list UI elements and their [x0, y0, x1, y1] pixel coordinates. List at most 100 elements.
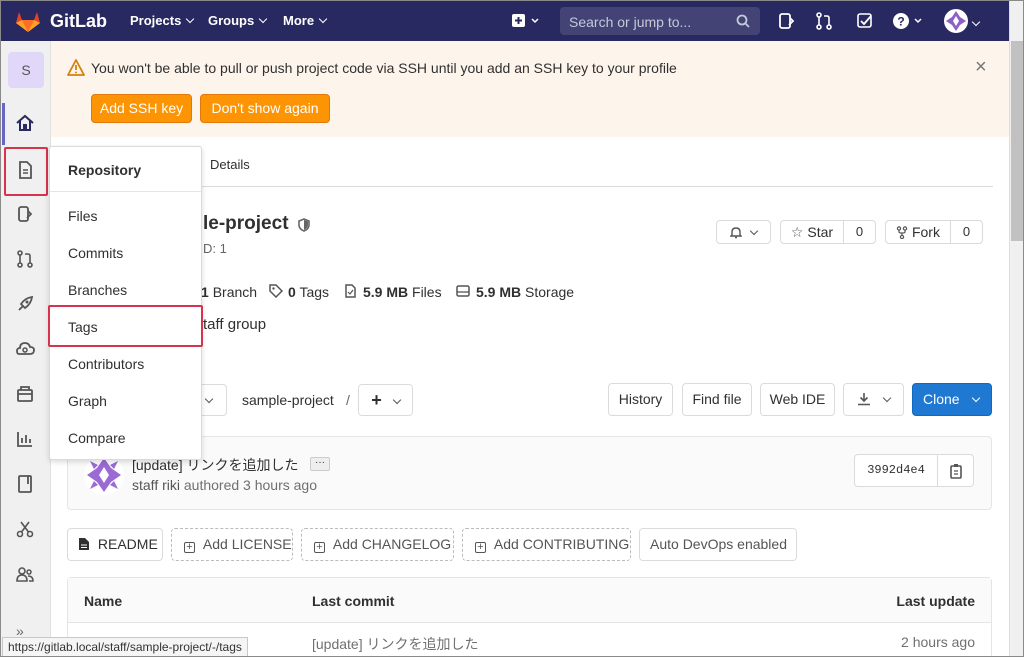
- web-ide-button[interactable]: Web IDE: [760, 383, 835, 416]
- brand-name[interactable]: GitLab: [50, 11, 107, 32]
- commit-sha[interactable]: 3992d4e4: [854, 454, 938, 487]
- readme-button[interactable]: README: [67, 528, 163, 561]
- bell-icon: [728, 227, 743, 239]
- scrollbar-thumb[interactable]: [1011, 41, 1023, 241]
- star-count[interactable]: 0: [843, 220, 876, 244]
- storage-size: 5.9 MB: [476, 284, 522, 300]
- packages-icon[interactable]: [13, 382, 37, 406]
- todos-check-icon[interactable]: [856, 12, 874, 30]
- repository-flyout-menu: Repository Files Commits Branches Tags C…: [49, 146, 202, 460]
- commit-author[interactable]: staff riki: [132, 477, 180, 493]
- home-icon[interactable]: [13, 111, 37, 135]
- tags-count: 0: [288, 284, 296, 300]
- warning-icon: [67, 59, 85, 76]
- members-icon[interactable]: [13, 562, 37, 586]
- nav-projects[interactable]: Projects: [130, 13, 195, 28]
- branches-count: 1: [201, 284, 209, 300]
- menu-item-files[interactable]: Files: [68, 208, 98, 224]
- chevron-down-icon[interactable]: [971, 15, 981, 31]
- copy-sha-button[interactable]: [937, 454, 974, 487]
- gitlab-logo-icon[interactable]: [15, 9, 41, 33]
- help-icon[interactable]: ?: [892, 12, 926, 30]
- history-button[interactable]: History: [608, 383, 673, 416]
- files-label: Files: [412, 284, 442, 300]
- clone-label: Clone: [923, 391, 960, 407]
- add-contributing-label: Add CONTRIBUTING: [493, 536, 630, 552]
- project-avatar[interactable]: S: [8, 52, 44, 88]
- add-license-button[interactable]: + Add LICENSE: [171, 528, 293, 561]
- browser-status-url: https://gitlab.local/staff/sample-projec…: [2, 637, 248, 656]
- column-last-commit: Last commit: [312, 593, 395, 609]
- add-to-tree-button[interactable]: +: [358, 384, 413, 416]
- commit-expand-button[interactable]: ···: [310, 457, 330, 471]
- add-changelog-button[interactable]: + Add CHANGELOG: [301, 528, 454, 561]
- close-icon[interactable]: ×: [975, 57, 987, 77]
- add-ssh-key-button[interactable]: Add SSH key: [91, 94, 192, 123]
- find-file-button[interactable]: Find file: [682, 383, 752, 416]
- merge-requests-icon[interactable]: [815, 12, 833, 30]
- project-title: le-project: [203, 213, 289, 234]
- user-avatar[interactable]: [944, 9, 968, 33]
- shield-visibility-icon: [298, 218, 310, 232]
- auto-devops-button[interactable]: Auto DevOps enabled: [639, 528, 797, 561]
- nav-groups[interactable]: Groups: [208, 13, 268, 28]
- issues-icon[interactable]: [13, 202, 37, 226]
- row-commit[interactable]: [update] リンクを追加した: [312, 634, 479, 654]
- operations-cloud-icon[interactable]: [13, 337, 37, 361]
- wiki-book-icon[interactable]: [13, 472, 37, 496]
- snippets-scissors-icon[interactable]: [13, 517, 37, 541]
- star-button[interactable]: ☆ Star: [780, 220, 844, 244]
- row-update: 2 hours ago: [901, 634, 975, 650]
- browser-window: GitLab Projects Groups More Search or ju…: [0, 0, 1024, 657]
- breadcrumb-project[interactable]: sample-project: [242, 392, 334, 408]
- readme-label: README: [97, 536, 158, 552]
- nav-more-label: More: [283, 13, 315, 28]
- commit-time: authored 3 hours ago: [183, 477, 317, 493]
- svg-text:?: ?: [897, 15, 904, 29]
- clone-button[interactable]: Clone: [912, 383, 992, 416]
- tag-icon: [269, 284, 283, 298]
- notifications-button[interactable]: [716, 220, 771, 244]
- files-size: 5.9 MB: [363, 284, 409, 300]
- menu-item-graph[interactable]: Graph: [68, 393, 107, 409]
- project-id: D: 1: [203, 241, 227, 256]
- star-label: Star: [807, 224, 834, 240]
- plus-icon: +: [371, 390, 382, 410]
- chevron-down-icon: [318, 14, 328, 24]
- new-plus-icon[interactable]: [510, 11, 544, 31]
- merge-requests-icon[interactable]: [13, 247, 37, 271]
- tags-stat[interactable]: 0 Tags: [288, 284, 329, 300]
- flyout-title[interactable]: Repository: [68, 162, 141, 178]
- branches-stat[interactable]: 1 Branch: [201, 284, 257, 300]
- project-description: taff group: [203, 316, 267, 333]
- menu-item-commits[interactable]: Commits: [68, 245, 123, 261]
- menu-item-contributors[interactable]: Contributors: [68, 356, 144, 372]
- chevron-down-icon: [972, 393, 981, 403]
- menu-item-compare[interactable]: Compare: [68, 430, 126, 446]
- sidebar-active-indicator: [2, 103, 5, 145]
- chevron-down-icon: [186, 14, 195, 24]
- rocket-ci-cd-icon[interactable]: [13, 292, 37, 316]
- identicon-icon: [84, 455, 124, 495]
- analytics-icon[interactable]: [13, 427, 37, 451]
- tags-label: Tags: [299, 284, 330, 300]
- fork-button[interactable]: Fork: [885, 220, 951, 244]
- breadcrumb-separator: /: [346, 392, 350, 408]
- nav-more[interactable]: More: [283, 13, 328, 28]
- repository-icon[interactable]: [13, 158, 37, 182]
- column-last-update: Last update: [896, 593, 975, 609]
- download-button[interactable]: [843, 383, 904, 416]
- add-contributing-button[interactable]: + Add CONTRIBUTING: [462, 528, 631, 561]
- commit-author-avatar[interactable]: [84, 455, 124, 495]
- nav-groups-label: Groups: [208, 13, 255, 28]
- dont-show-again-button[interactable]: Don't show again: [200, 94, 330, 123]
- search-input[interactable]: Search or jump to...: [560, 7, 760, 35]
- menu-item-branches[interactable]: Branches: [68, 282, 127, 298]
- fork-count[interactable]: 0: [950, 220, 983, 244]
- chevron-down-icon: [883, 393, 892, 403]
- files-stat[interactable]: 5.9 MB Files: [363, 284, 442, 300]
- download-icon: [857, 393, 870, 406]
- tab-details[interactable]: Details: [210, 157, 250, 172]
- issues-todo-icon[interactable]: [777, 12, 795, 30]
- identicon-icon: [946, 11, 966, 31]
